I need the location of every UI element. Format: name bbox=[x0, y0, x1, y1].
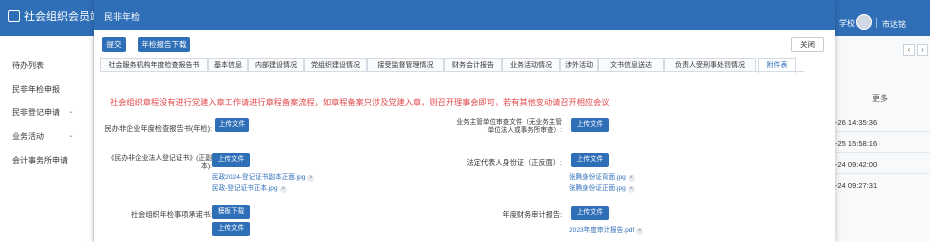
chevron-down-icon: ⌄ bbox=[68, 132, 74, 139]
sidebar-item-label: 民非登记申请 bbox=[12, 108, 60, 117]
file-name: 张腾身份证背面.jpg bbox=[569, 174, 626, 181]
file-link[interactable]: 张腾身份证正面.jpg × bbox=[569, 182, 635, 193]
file-link[interactable]: 张腾身份证背面.jpg × bbox=[569, 171, 635, 182]
remove-file-icon[interactable]: × bbox=[307, 175, 315, 182]
remove-file-icon[interactable]: × bbox=[627, 175, 635, 182]
file-name: 民政2024-登记证书副本正面.jpg bbox=[212, 174, 306, 181]
app-brand: 社会组织会员端 bbox=[8, 8, 101, 24]
annual-check-modal: 民非年检 提交 年检报告下载 关闭 社会服务机构年度检查报告书 基本信息 内部建… bbox=[94, 0, 835, 242]
sidebar-item-todo[interactable]: 待办列表 bbox=[12, 60, 44, 71]
upload-button[interactable]: 上传文件 bbox=[571, 118, 609, 132]
download-report-button[interactable]: 年检报告下载 bbox=[138, 37, 190, 52]
sidebar-item-registration[interactable]: 民非登记申请 ⌄ bbox=[12, 107, 74, 118]
remove-file-icon[interactable]: × bbox=[627, 186, 635, 193]
sidebar-item-label: 待办列表 bbox=[12, 61, 44, 70]
sidebar-item-label: 民非年检申报 bbox=[12, 85, 60, 94]
user-menu[interactable]: 市达铭 bbox=[876, 18, 906, 30]
tab-basic-info[interactable]: 基本信息 bbox=[208, 58, 248, 72]
remove-file-icon[interactable]: × bbox=[636, 228, 644, 235]
field-label: 民办非企业年度检查报告书(年检): bbox=[104, 124, 212, 133]
upload-button[interactable]: 上传文件 bbox=[571, 206, 609, 220]
tab-internal[interactable]: 内部建设情况 bbox=[248, 58, 304, 72]
table-cell-time: -24 09:27:31 bbox=[835, 181, 878, 190]
divider bbox=[835, 173, 930, 174]
divider bbox=[876, 18, 877, 28]
file-name: 张腾身份证正面.jpg bbox=[569, 185, 626, 192]
sidebar-item-accounting[interactable]: 会计事务所申请 bbox=[12, 155, 68, 166]
more-link[interactable]: 更多 bbox=[872, 93, 888, 104]
tab-business[interactable]: 业务活动情况 bbox=[502, 58, 560, 72]
upload-button[interactable]: 上传文件 bbox=[212, 222, 250, 236]
sidebar-item-business[interactable]: 业务活动 ⌄ bbox=[12, 131, 74, 142]
sidebar-item-label: 业务活动 bbox=[12, 132, 44, 141]
submit-button[interactable]: 提交 bbox=[102, 37, 126, 52]
table-cell-time: -25 15:58:16 bbox=[835, 139, 878, 148]
sidebar-item-label: 会计事务所申请 bbox=[12, 156, 68, 165]
chevron-down-icon: ⌄ bbox=[68, 108, 74, 115]
field-label: 年度财务审计报告: bbox=[502, 210, 563, 219]
app-brand-label: 社会组织会员端 bbox=[24, 11, 101, 23]
field-label: 社会组织年检事项承诺书: bbox=[130, 210, 212, 219]
tab-annual-report[interactable]: 社会服务机构年度检查报告书 bbox=[100, 58, 208, 72]
file-name: 民政-登记证书正本.jpg bbox=[212, 185, 278, 192]
file-name: 2023年度审计报告.pdf bbox=[569, 227, 635, 234]
tab-documents[interactable]: 文书信息送达 bbox=[598, 58, 664, 72]
sidebar-item-annual-check[interactable]: 民非年检申报 bbox=[12, 84, 60, 95]
home-icon bbox=[8, 10, 20, 22]
remove-file-icon[interactable]: × bbox=[279, 186, 287, 193]
file-link[interactable]: 民政-登记证书正本.jpg × bbox=[212, 182, 287, 193]
notice-text: 社会组织章程没有进行党建入章工作请进行章程备案流程，如章程备案只涉及党建入章，则… bbox=[110, 98, 610, 107]
chevron-right-icon[interactable]: › bbox=[917, 44, 928, 56]
field-label: 业务主管单位审查文件（无业务主管单位法人或事务所审查）: bbox=[456, 119, 563, 134]
tab-penalties[interactable]: 负责人受刑事处罚情况 bbox=[664, 58, 756, 72]
tab-supervision[interactable]: 接受监督管理情况 bbox=[367, 58, 444, 72]
divider bbox=[835, 131, 930, 132]
user-name: 市达铭 bbox=[882, 20, 906, 29]
modal-header: 民非年检 bbox=[94, 0, 835, 30]
tab-party[interactable]: 党组织建设情况 bbox=[304, 58, 367, 72]
tab-foreign[interactable]: 涉外活动 bbox=[560, 58, 598, 72]
tabs-divider bbox=[100, 71, 804, 72]
chevron-left-icon[interactable]: ‹ bbox=[903, 44, 915, 56]
file-link[interactable]: 2023年度审计报告.pdf × bbox=[569, 224, 644, 235]
close-button[interactable]: 关闭 bbox=[791, 37, 824, 52]
avatar[interactable] bbox=[856, 14, 872, 30]
school-label: 学校 bbox=[839, 19, 855, 28]
table-cell-time: -24 09:42:00 bbox=[835, 160, 878, 169]
upload-button[interactable]: 上传文件 bbox=[212, 153, 250, 167]
field-label: 法定代表人身份证（正反面）: bbox=[466, 158, 562, 167]
upload-button[interactable]: 上传文件 bbox=[215, 118, 249, 132]
modal-title: 民非年检 bbox=[104, 12, 141, 22]
table-cell-time: -26 14:35:36 bbox=[835, 118, 878, 127]
template-download-button[interactable]: 模板下载 bbox=[212, 205, 250, 219]
file-link[interactable]: 民政2024-登记证书副本正面.jpg × bbox=[212, 171, 315, 182]
field-label: 《民办非企业法人登记证书》(正副本): bbox=[107, 155, 212, 170]
divider bbox=[835, 152, 930, 153]
upload-button[interactable]: 上传文件 bbox=[571, 153, 609, 167]
tab-finance[interactable]: 财务会计报告 bbox=[444, 58, 502, 72]
